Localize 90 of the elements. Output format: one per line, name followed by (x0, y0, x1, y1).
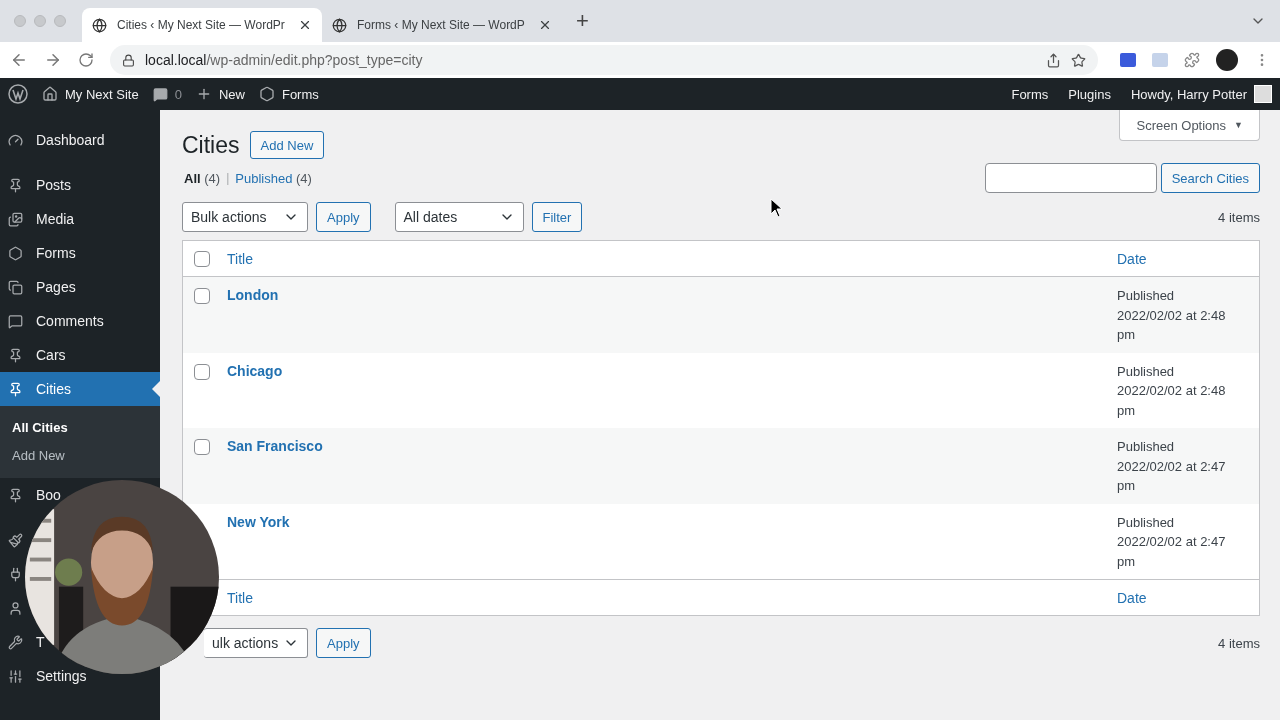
new-tab-button[interactable]: + (576, 8, 589, 34)
title-link[interactable]: Chicago (227, 362, 283, 379)
status-text: Published (1117, 513, 1176, 532)
hexagon-icon (7, 245, 23, 261)
screen-options-button[interactable]: Screen Options ▼ (1119, 110, 1260, 141)
browser-tab[interactable]: Forms ‹ My Next Site — WordP (322, 8, 562, 42)
add-new-button[interactable]: Add New (249, 131, 325, 159)
home-icon[interactable] (42, 86, 58, 102)
admin-bar-link[interactable]: Plugins (1068, 86, 1111, 102)
search-button[interactable]: Search Cities (1160, 163, 1260, 193)
comment-icon (7, 313, 23, 329)
cursor-icon (770, 198, 784, 218)
filter-button[interactable]: Filter (531, 202, 583, 232)
new-link[interactable]: New (218, 86, 245, 102)
back-icon[interactable] (10, 51, 28, 69)
browser-tab[interactable]: Cities ‹ My Next Site — WordPr (82, 8, 322, 42)
comment-icon[interactable] (152, 86, 168, 102)
separator: | (226, 171, 230, 185)
pin-icon (7, 381, 23, 397)
sidebar-item[interactable]: Forms (0, 244, 76, 262)
date-text: 2022/02/02 at 2:48 pm (1117, 382, 1227, 420)
column-header[interactable]: Title (227, 250, 253, 267)
pin-icon (7, 487, 23, 503)
close-icon[interactable] (298, 18, 312, 32)
sidebar-item[interactable]: Cars (0, 346, 66, 364)
view-link[interactable]: All (4) (184, 170, 221, 186)
sidebar-item[interactable]: Boo (0, 486, 61, 504)
address-bar[interactable]: local.local/wp-admin/edit.php?post_type=city (110, 45, 1098, 75)
row-checkbox[interactable] (194, 363, 210, 380)
apply-button[interactable]: Apply (316, 628, 371, 658)
profile-avatar[interactable] (1216, 49, 1238, 71)
lock-icon (122, 53, 135, 67)
sidebar-item[interactable]: T (0, 633, 45, 651)
title-link[interactable]: San Francisco (227, 438, 323, 454)
comment-count[interactable]: 0 (174, 86, 182, 102)
search-field[interactable] (984, 163, 1157, 193)
status-text: Published (1117, 362, 1176, 381)
admin-bar-link[interactable]: Forms (1011, 86, 1049, 102)
sidebar-item[interactable]: Dashboard (0, 131, 105, 149)
column-header[interactable]: Date (1117, 250, 1147, 267)
title-link[interactable]: London (227, 287, 279, 303)
sliders-icon (7, 668, 23, 684)
close-icon[interactable] (538, 18, 552, 32)
status-text: Published (1117, 438, 1176, 456)
reload-icon[interactable] (78, 52, 94, 68)
sidebar-item[interactable]: Settings (0, 667, 87, 685)
row-checkbox[interactable] (194, 439, 210, 455)
puzzle-icon[interactable] (1184, 52, 1200, 68)
hexagon-icon[interactable] (258, 86, 275, 102)
forms-link[interactable]: Forms (281, 86, 319, 102)
forward-icon[interactable] (44, 51, 62, 69)
user-icon (7, 600, 23, 616)
star-icon[interactable] (1071, 52, 1086, 68)
item-count: 4 items (1218, 209, 1260, 225)
date-text: 2022/02/02 at 2:47 pm (1117, 533, 1227, 571)
pin-icon (7, 177, 23, 193)
wrench-icon (7, 634, 23, 650)
date-text: 2022/02/02 at 2:47 pm (1117, 457, 1227, 495)
status-text: Published (1117, 287, 1176, 305)
site-link[interactable]: My Next Site (65, 86, 139, 102)
title-link[interactable]: New York (227, 513, 290, 530)
pages-icon (7, 279, 23, 295)
gauge-icon (7, 132, 23, 148)
apply-button[interactable]: Apply (316, 202, 371, 232)
page-title: Cities (182, 131, 240, 159)
sidebar-item[interactable]: Posts (0, 176, 71, 194)
images-icon (7, 211, 23, 227)
sidebar-item[interactable]: Pages (0, 278, 76, 296)
dates-select[interactable]: All dates (394, 202, 524, 232)
date-text: 2022/02/02 at 2:48 pm (1117, 306, 1227, 344)
sidebar-item[interactable]: Media (0, 210, 75, 228)
account-link[interactable]: Howdy, Harry Potter (1130, 86, 1247, 102)
pin-icon (7, 347, 23, 363)
view-link[interactable]: Published (4) (235, 170, 312, 186)
share-icon[interactable] (1046, 52, 1061, 68)
column-header[interactable]: Date (1117, 589, 1147, 606)
globe-icon (92, 17, 107, 33)
row-checkbox[interactable] (194, 288, 210, 304)
submenu-item[interactable]: Add New (0, 441, 160, 469)
brush-icon (7, 532, 23, 548)
item-count: 4 items (1218, 635, 1260, 651)
submenu-item[interactable]: All Cities (0, 413, 160, 441)
bulk-actions-select[interactable]: Bulk actions (182, 202, 308, 232)
globe-icon (332, 17, 347, 33)
sidebar-item[interactable]: Cities (0, 372, 160, 406)
select-all-checkbox[interactable] (194, 250, 210, 267)
column-header[interactable]: Title (227, 589, 253, 606)
bulk-actions-select[interactable]: ulk actions (204, 628, 308, 658)
sidebar-item[interactable]: Comments (0, 312, 104, 330)
wordpress-logo-icon[interactable] (8, 84, 28, 104)
